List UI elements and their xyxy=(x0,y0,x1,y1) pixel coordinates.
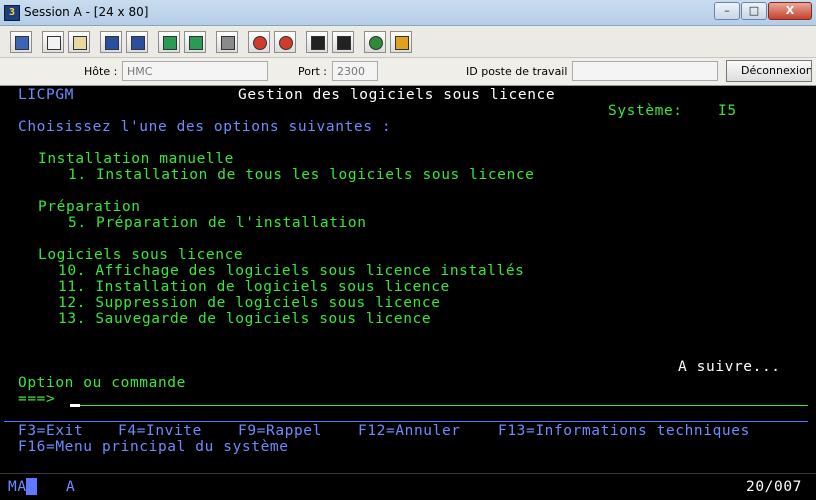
section-heading: Installation manuelle xyxy=(38,151,234,167)
globe-icon[interactable] xyxy=(364,31,386,53)
menu-option-10[interactable]: 10. Affichage des logiciels sous licence… xyxy=(58,263,525,279)
status-mode: MA xyxy=(8,479,27,495)
maximize-button[interactable]: □ xyxy=(741,2,767,20)
text-cursor xyxy=(70,404,80,407)
status-indicator: A xyxy=(66,479,76,495)
command-prompt: ===> xyxy=(18,391,56,407)
receive-file-icon[interactable] xyxy=(126,31,148,53)
fkey-f13[interactable]: F13=Informations techniques xyxy=(498,423,750,439)
close-button[interactable]: X xyxy=(768,2,812,20)
terminal-screen[interactable]: LICPGM Gestion des logiciels sous licenc… xyxy=(4,87,812,473)
port-field[interactable] xyxy=(332,61,378,81)
menu-option-11[interactable]: 11. Installation de logiciels sous licen… xyxy=(58,279,450,295)
fkey-f12[interactable]: F12=Annuler xyxy=(358,423,461,439)
workstation-id-label: ID poste de travail : xyxy=(466,65,575,78)
display-icon[interactable] xyxy=(158,31,180,53)
section-heading: Logiciels sous licence xyxy=(38,247,244,263)
function-key-divider xyxy=(4,421,808,422)
command-label: Option ou commande xyxy=(18,375,186,391)
section-heading: Préparation xyxy=(38,199,141,215)
connection-bar: Hôte : Port : ID poste de travail : Déco… xyxy=(0,58,816,86)
cursor-position: 20/007 xyxy=(746,479,802,495)
macro-stop-icon[interactable] xyxy=(274,31,296,53)
more-indicator: A suivre... xyxy=(678,359,781,375)
system-value: I5 xyxy=(718,103,737,119)
menu-option-1[interactable]: 1. Installation de tous les logiciels so… xyxy=(68,167,535,183)
command-input[interactable] xyxy=(70,405,808,406)
window-title: Session A - [24 x 80] xyxy=(24,5,149,19)
menu-option-13[interactable]: 13. Sauvegarde de logiciels sous licence xyxy=(58,311,431,327)
host-field[interactable] xyxy=(122,61,268,81)
copy-icon[interactable] xyxy=(10,31,32,53)
fkey-f9[interactable]: F9=Rappel xyxy=(238,423,322,439)
macro-record-icon[interactable] xyxy=(248,31,270,53)
send-file-icon[interactable] xyxy=(100,31,122,53)
menu-option-12[interactable]: 12. Suppression de logiciels sous licenc… xyxy=(58,295,441,311)
program-name: LICPGM xyxy=(18,87,74,103)
operator-status-line: MA A 20/007 xyxy=(0,473,816,500)
system-label: Système: xyxy=(608,103,683,119)
host-label: Hôte : xyxy=(84,65,118,78)
paste-icon[interactable] xyxy=(42,31,64,53)
options-prompt: Choisissez l'une des options suivantes : xyxy=(18,119,392,135)
fkey-f3[interactable]: F3=Exit xyxy=(18,423,83,439)
status-cursor-block xyxy=(26,478,37,495)
cut-icon[interactable] xyxy=(68,31,90,53)
support-icon[interactable] xyxy=(390,31,412,53)
screen-title: Gestion des logiciels sous licence xyxy=(238,87,556,103)
print-screen-icon[interactable] xyxy=(184,31,206,53)
menu-option-5[interactable]: 5. Préparation de l'installation xyxy=(68,215,367,231)
port-label: Port : xyxy=(298,65,328,78)
fkey-f4[interactable]: F4=Invite xyxy=(118,423,202,439)
window-titlebar[interactable]: 3 Session A - [24 x 80] – □ X xyxy=(0,0,816,26)
workstation-id-field[interactable] xyxy=(572,61,718,81)
macro-play-icon[interactable] xyxy=(306,31,328,53)
session-app-icon: 3 xyxy=(4,5,20,21)
toolbar xyxy=(0,26,816,58)
macro-run-icon[interactable] xyxy=(332,31,354,53)
fkey-f16[interactable]: F16=Menu principal du système xyxy=(18,439,289,455)
keyboard-icon[interactable] xyxy=(216,31,238,53)
minimize-button[interactable]: – xyxy=(714,2,740,20)
disconnect-button[interactable]: Déconnexion xyxy=(726,60,812,82)
